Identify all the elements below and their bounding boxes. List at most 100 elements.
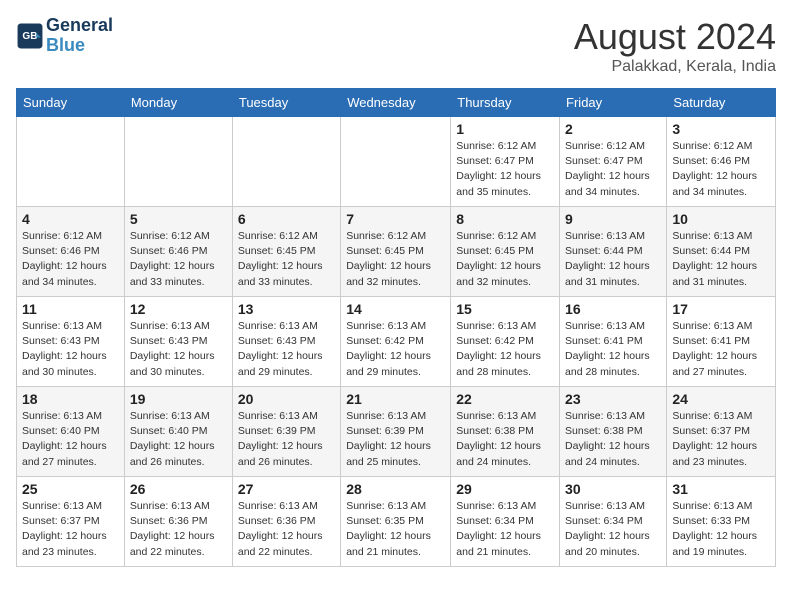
day-info: Sunrise: 6:13 AM Sunset: 6:38 PM Dayligh… [456, 409, 554, 470]
calendar-cell: 28Sunrise: 6:13 AM Sunset: 6:35 PM Dayli… [341, 477, 451, 567]
day-number: 16 [565, 301, 661, 317]
calendar-cell: 20 Sunrise: 6:13 AM Sunset: 6:39 PM Dayli… [232, 387, 340, 477]
day-number: 9 [565, 211, 661, 227]
svg-text:GB: GB [22, 31, 37, 42]
day-number: 5 [130, 211, 227, 227]
calendar-cell: 24 Sunrise: 6:13 AM Sunset: 6:37 PM Dayli… [667, 387, 776, 477]
calendar-cell: 21Sunrise: 6:13 AM Sunset: 6:39 PM Dayli… [341, 387, 451, 477]
day-number: 22 [456, 391, 554, 407]
logo-text: GeneralBlue [46, 16, 113, 56]
day-number: 3 [672, 121, 770, 137]
calendar-cell: 12 Sunrise: 6:13 AM Sunset: 6:43 PM Dayli… [124, 297, 232, 387]
calendar-cell: 30Sunrise: 6:13 AM Sunset: 6:34 PM Dayli… [560, 477, 667, 567]
day-number: 13 [238, 301, 335, 317]
calendar-table: SundayMondayTuesdayWednesdayThursdayFrid… [16, 88, 776, 567]
page-header: GB GeneralBlue August 2024 Palakkad, Ker… [16, 16, 776, 76]
calendar-cell: 31Sunrise: 6:13 AM Sunset: 6:33 PM Dayli… [667, 477, 776, 567]
weekday-header: Tuesday [232, 89, 340, 117]
calendar-cell [232, 117, 340, 207]
day-info: Sunrise: 6:13 AM Sunset: 6:44 PM Dayligh… [672, 229, 770, 290]
day-number: 11 [22, 301, 119, 317]
calendar-cell: 17 Sunrise: 6:13 AM Sunset: 6:41 PM Dayli… [667, 297, 776, 387]
calendar-week-row: 1 Sunrise: 6:12 AM Sunset: 6:47 PM Daylig… [17, 117, 776, 207]
day-number: 27 [238, 481, 335, 497]
day-number: 31 [672, 481, 770, 497]
calendar-cell: 11 Sunrise: 6:13 AM Sunset: 6:43 PM Dayli… [17, 297, 125, 387]
day-info: Sunrise: 6:13 AM Sunset: 6:39 PM Dayligh… [238, 409, 335, 470]
day-number: 4 [22, 211, 119, 227]
logo: GB GeneralBlue [16, 16, 113, 56]
day-info: Sunrise: 6:12 AM Sunset: 6:47 PM Dayligh… [456, 139, 554, 200]
calendar-cell: 10 Sunrise: 6:13 AM Sunset: 6:44 PM Dayli… [667, 207, 776, 297]
day-info: Sunrise: 6:12 AM Sunset: 6:45 PM Dayligh… [346, 229, 445, 290]
calendar-cell: 9 Sunrise: 6:13 AM Sunset: 6:44 PM Daylig… [560, 207, 667, 297]
calendar-cell: 2Sunrise: 6:12 AM Sunset: 6:47 PM Daylig… [560, 117, 667, 207]
day-info: Sunrise: 6:13 AM Sunset: 6:36 PM Dayligh… [130, 499, 227, 560]
day-number: 2 [565, 121, 661, 137]
weekday-header: Monday [124, 89, 232, 117]
calendar-week-row: 4 Sunrise: 6:12 AM Sunset: 6:46 PM Daylig… [17, 207, 776, 297]
day-info: Sunrise: 6:13 AM Sunset: 6:43 PM Dayligh… [130, 319, 227, 380]
day-number: 6 [238, 211, 335, 227]
day-number: 7 [346, 211, 445, 227]
day-info: Sunrise: 6:13 AM Sunset: 6:36 PM Dayligh… [238, 499, 335, 560]
calendar-cell: 15 Sunrise: 6:13 AM Sunset: 6:42 PM Dayli… [451, 297, 560, 387]
day-number: 24 [672, 391, 770, 407]
title-block: August 2024 Palakkad, Kerala, India [574, 16, 776, 76]
calendar-header-row: SundayMondayTuesdayWednesdayThursdayFrid… [17, 89, 776, 117]
day-info: Sunrise: 6:13 AM Sunset: 6:37 PM Dayligh… [22, 499, 119, 560]
day-info: Sunrise: 6:13 AM Sunset: 6:37 PM Dayligh… [672, 409, 770, 470]
calendar-cell: 3 Sunrise: 6:12 AM Sunset: 6:46 PM Daylig… [667, 117, 776, 207]
calendar-cell [17, 117, 125, 207]
day-number: 28 [346, 481, 445, 497]
day-info: Sunrise: 6:13 AM Sunset: 6:44 PM Dayligh… [565, 229, 661, 290]
calendar-cell: 1 Sunrise: 6:12 AM Sunset: 6:47 PM Daylig… [451, 117, 560, 207]
calendar-cell: 26 Sunrise: 6:13 AM Sunset: 6:36 PM Dayli… [124, 477, 232, 567]
day-info: Sunrise: 6:12 AM Sunset: 6:45 PM Dayligh… [238, 229, 335, 290]
day-number: 20 [238, 391, 335, 407]
day-info: Sunrise: 6:13 AM Sunset: 6:41 PM Dayligh… [565, 319, 661, 380]
month-title: August 2024 [574, 16, 776, 58]
calendar-cell: 6 Sunrise: 6:12 AM Sunset: 6:45 PM Daylig… [232, 207, 340, 297]
calendar-cell: 16 Sunrise: 6:13 AM Sunset: 6:41 PM Dayli… [560, 297, 667, 387]
calendar-week-row: 11 Sunrise: 6:13 AM Sunset: 6:43 PM Dayli… [17, 297, 776, 387]
day-info: Sunrise: 6:13 AM Sunset: 6:41 PM Dayligh… [672, 319, 770, 380]
day-info: Sunrise: 6:13 AM Sunset: 6:42 PM Dayligh… [346, 319, 445, 380]
day-number: 26 [130, 481, 227, 497]
calendar-cell: 25Sunrise: 6:13 AM Sunset: 6:37 PM Dayli… [17, 477, 125, 567]
calendar-cell [124, 117, 232, 207]
day-number: 19 [130, 391, 227, 407]
day-number: 29 [456, 481, 554, 497]
day-info: Sunrise: 6:13 AM Sunset: 6:38 PM Dayligh… [565, 409, 661, 470]
calendar-cell: 13Sunrise: 6:13 AM Sunset: 6:43 PM Dayli… [232, 297, 340, 387]
day-number: 10 [672, 211, 770, 227]
calendar-body: 1 Sunrise: 6:12 AM Sunset: 6:47 PM Daylig… [17, 117, 776, 567]
weekday-header: Sunday [17, 89, 125, 117]
day-info: Sunrise: 6:13 AM Sunset: 6:43 PM Dayligh… [22, 319, 119, 380]
day-number: 15 [456, 301, 554, 317]
day-info: Sunrise: 6:12 AM Sunset: 6:46 PM Dayligh… [130, 229, 227, 290]
day-number: 18 [22, 391, 119, 407]
weekday-header: Saturday [667, 89, 776, 117]
weekday-header: Thursday [451, 89, 560, 117]
day-number: 12 [130, 301, 227, 317]
calendar-cell: 14Sunrise: 6:13 AM Sunset: 6:42 PM Dayli… [341, 297, 451, 387]
location-subtitle: Palakkad, Kerala, India [574, 58, 776, 76]
day-info: Sunrise: 6:13 AM Sunset: 6:39 PM Dayligh… [346, 409, 445, 470]
day-info: Sunrise: 6:13 AM Sunset: 6:42 PM Dayligh… [456, 319, 554, 380]
day-number: 30 [565, 481, 661, 497]
calendar-cell: 7 Sunrise: 6:12 AM Sunset: 6:45 PM Daylig… [341, 207, 451, 297]
day-number: 1 [456, 121, 554, 137]
day-info: Sunrise: 6:12 AM Sunset: 6:46 PM Dayligh… [672, 139, 770, 200]
day-info: Sunrise: 6:13 AM Sunset: 6:40 PM Dayligh… [22, 409, 119, 470]
calendar-week-row: 25Sunrise: 6:13 AM Sunset: 6:37 PM Dayli… [17, 477, 776, 567]
day-info: Sunrise: 6:12 AM Sunset: 6:45 PM Dayligh… [456, 229, 554, 290]
day-number: 8 [456, 211, 554, 227]
logo-icon: GB [16, 22, 44, 50]
day-number: 17 [672, 301, 770, 317]
day-info: Sunrise: 6:13 AM Sunset: 6:34 PM Dayligh… [456, 499, 554, 560]
calendar-cell: 29 Sunrise: 6:13 AM Sunset: 6:34 PM Dayli… [451, 477, 560, 567]
calendar-cell: 22 Sunrise: 6:13 AM Sunset: 6:38 PM Dayli… [451, 387, 560, 477]
calendar-cell: 8 Sunrise: 6:12 AM Sunset: 6:45 PM Daylig… [451, 207, 560, 297]
weekday-header: Wednesday [341, 89, 451, 117]
